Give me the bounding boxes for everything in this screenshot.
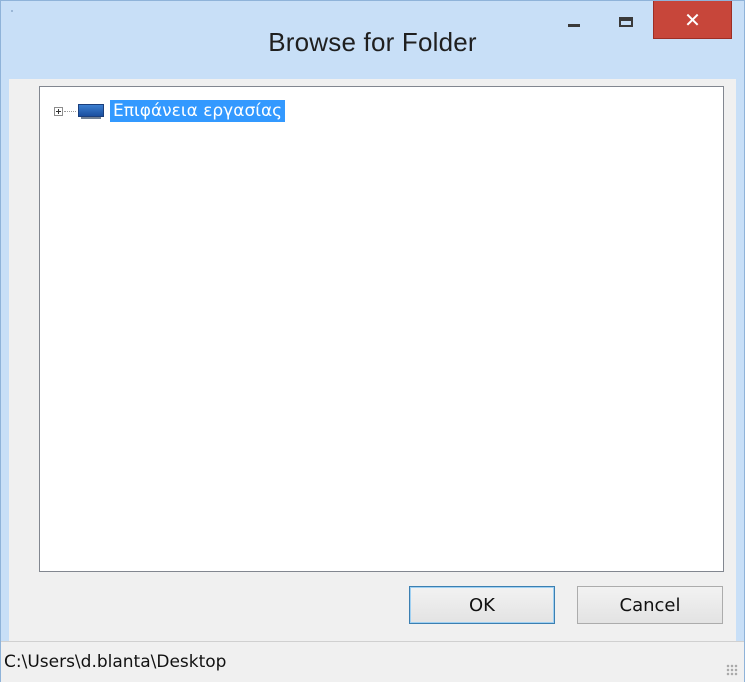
maximize-icon	[619, 17, 633, 27]
tree-item-label[interactable]: Επιφάνεια εργασίας	[110, 100, 286, 122]
system-menu-icon[interactable]	[10, 9, 15, 14]
dialog-body: Επιφάνεια εργασίας OK Cancel	[9, 79, 736, 641]
browse-for-folder-dialog: Browse for Folder ✕ Επιφάνεια εργασίας O…	[0, 0, 745, 682]
desktop-icon	[78, 103, 104, 119]
selected-path: C:\Users\d.blanta\Desktop	[4, 652, 227, 672]
tree-connector	[64, 110, 76, 112]
folder-tree[interactable]: Επιφάνεια εργασίας	[39, 86, 724, 572]
close-icon: ✕	[684, 7, 701, 32]
maximize-button[interactable]	[611, 1, 641, 43]
status-bar: C:\Users\d.blanta\Desktop	[1, 641, 744, 682]
cancel-button[interactable]: Cancel	[577, 586, 723, 624]
tree-item-desktop[interactable]: Επιφάνεια εργασίας	[54, 100, 286, 122]
title-bar[interactable]: Browse for Folder ✕	[1, 1, 744, 79]
minimize-button[interactable]	[559, 1, 589, 43]
resize-grip-icon[interactable]	[726, 664, 738, 676]
close-button[interactable]: ✕	[653, 1, 732, 39]
expand-plus-icon[interactable]	[54, 106, 63, 116]
ok-button[interactable]: OK	[409, 586, 555, 624]
minimize-icon	[568, 23, 580, 27]
